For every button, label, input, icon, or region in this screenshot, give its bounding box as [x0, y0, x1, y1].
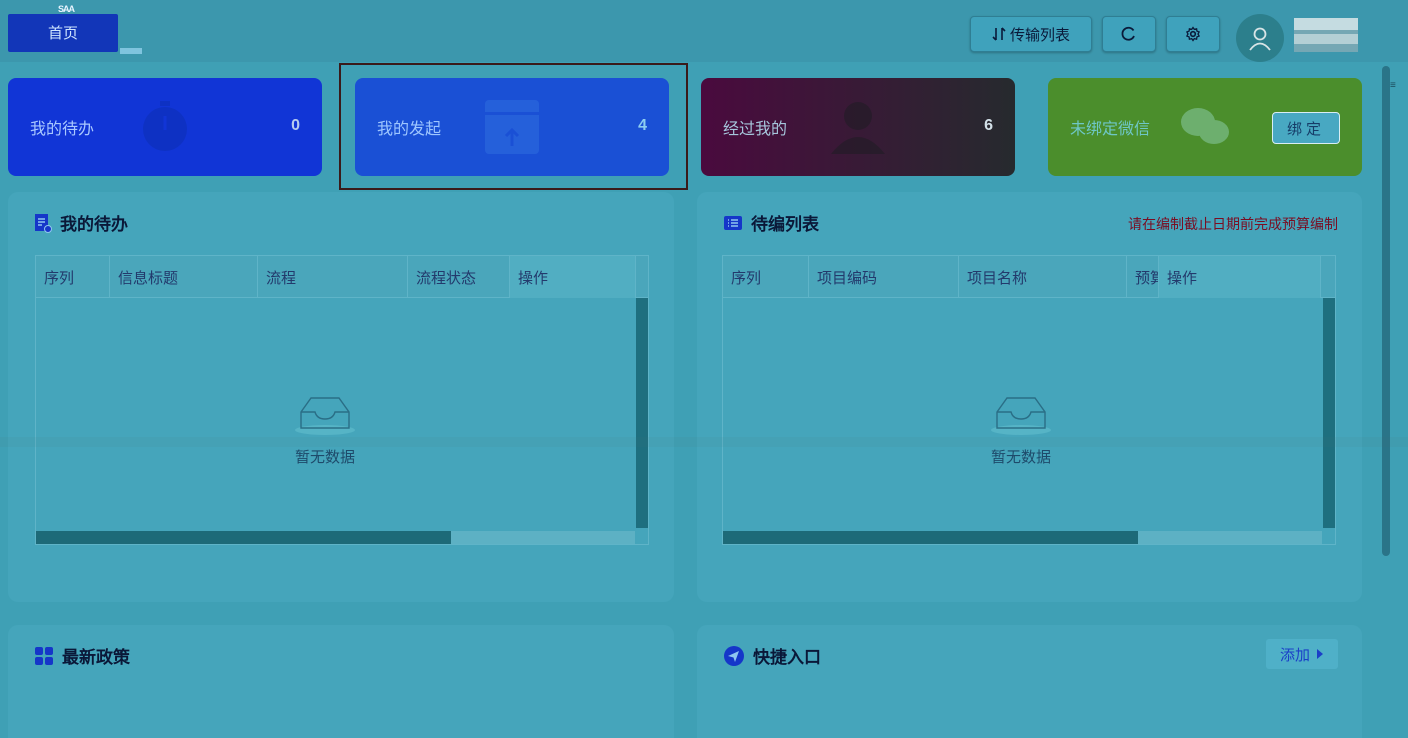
todo-card-label: 我的待办	[30, 121, 95, 138]
grid-icon	[35, 646, 53, 665]
wechat-icon	[1181, 108, 1229, 144]
edit-list-panel: 待编列表 请在编制截止日期前完成预算编制 序列 项目编码 项目名称 预算 操作 …	[697, 192, 1362, 602]
selection-highlight	[339, 63, 688, 190]
quick-entry-panel: 快捷入口 添加	[697, 625, 1362, 738]
quick-entry-header: 快捷入口	[723, 643, 821, 668]
wechat-card: 未绑定微信 绑定	[1048, 78, 1362, 176]
empty-box-icon	[991, 397, 1051, 435]
todo-col-0[interactable]: 序列	[36, 256, 110, 298]
settings-icon	[1185, 26, 1201, 42]
todo-empty-state: 暂无数据	[293, 394, 357, 467]
document-icon	[35, 213, 52, 233]
edit-col-4[interactable]: 操作	[1159, 256, 1321, 298]
todo-card-count: 0	[291, 117, 300, 134]
todo-card[interactable]: 我的待办 0	[8, 78, 322, 176]
tab-indicator	[120, 48, 142, 54]
menu-edge-icon: ≡	[1390, 80, 1396, 91]
todo-table-header: 序列 信息标题 流程 流程状态 操作	[36, 256, 648, 298]
edit-empty-text: 暂无数据	[990, 449, 1051, 466]
passed-card-count: 6	[984, 117, 993, 134]
wechat-card-label: 未绑定微信	[1070, 121, 1151, 138]
refresh-button[interactable]	[1102, 16, 1156, 52]
bind-wechat-label: 绑定	[1286, 120, 1325, 138]
edit-list-table: 序列 项目编码 项目名称 预算 操作 暂无数据	[722, 255, 1336, 545]
todo-empty-text: 暂无数据	[294, 449, 355, 466]
username-redacted	[1294, 18, 1358, 52]
top-bar: 首页 SAA 传输列表	[0, 0, 1408, 62]
todo-panel-title: 我的待办	[60, 215, 128, 234]
todo-table-hscroll[interactable]	[36, 531, 451, 544]
policy-panel: 最新政策	[8, 625, 674, 738]
edit-table-hscroll[interactable]	[723, 531, 1138, 544]
edit-col-3[interactable]: 预算	[1127, 256, 1159, 298]
tab-home[interactable]: 首页	[8, 14, 118, 52]
user-avatar[interactable]	[1236, 14, 1284, 62]
todo-col-4[interactable]: 操作	[510, 256, 636, 298]
overlay-band	[0, 437, 1408, 447]
todo-table: 序列 信息标题 流程 流程状态 操作 暂无数据	[35, 255, 649, 545]
edit-list-header: 待编列表	[723, 210, 819, 235]
policy-panel-title: 最新政策	[62, 648, 130, 667]
app-logo: SAA	[58, 4, 75, 14]
todo-panel: 我的待办 序列 信息标题 流程 流程状态 操作 暂无数据	[8, 192, 674, 602]
add-shortcut-label: 添加	[1279, 646, 1310, 664]
transfer-list-button[interactable]: 传输列表	[970, 16, 1092, 52]
bind-wechat-button[interactable]: 绑定	[1272, 112, 1340, 144]
todo-table-vscroll[interactable]	[636, 298, 648, 528]
passed-card-label: 经过我的	[723, 121, 788, 138]
add-shortcut-button[interactable]: 添加	[1266, 639, 1338, 669]
todo-col-1[interactable]: 信息标题	[110, 256, 258, 298]
transfer-list-label: 传输列表	[1009, 26, 1070, 44]
user-icon	[1249, 27, 1271, 51]
todo-panel-header: 我的待办	[34, 210, 128, 235]
quick-entry-title: 快捷入口	[753, 648, 821, 667]
person-icon	[831, 102, 885, 154]
edit-empty-state: 暂无数据	[989, 394, 1053, 467]
edit-list-title: 待编列表	[751, 215, 819, 234]
caret-right-icon	[1317, 649, 1323, 659]
refresh-icon	[1121, 26, 1135, 41]
tab-home-label: 首页	[47, 25, 78, 42]
settings-button[interactable]	[1166, 16, 1220, 52]
empty-box-icon	[295, 397, 355, 435]
passed-card[interactable]: 经过我的 6	[701, 78, 1015, 176]
edit-col-1[interactable]: 项目编码	[809, 256, 959, 298]
edit-table-vscroll[interactable]	[1323, 298, 1335, 528]
send-icon	[724, 645, 744, 666]
deadline-notice: 请在编制截止日期前完成预算编制	[1128, 216, 1338, 232]
list-icon	[724, 215, 742, 230]
edit-col-0[interactable]: 序列	[723, 256, 809, 298]
edit-col-2[interactable]: 项目名称	[959, 256, 1127, 298]
todo-col-3[interactable]: 流程状态	[408, 256, 510, 298]
page-scrollbar[interactable]	[1382, 66, 1390, 556]
transfer-icon	[992, 27, 1006, 41]
policy-panel-header: 最新政策	[34, 643, 130, 668]
edit-table-header: 序列 项目编码 项目名称 预算 操作	[723, 256, 1335, 298]
clock-icon	[143, 101, 187, 151]
todo-col-2[interactable]: 流程	[258, 256, 408, 298]
